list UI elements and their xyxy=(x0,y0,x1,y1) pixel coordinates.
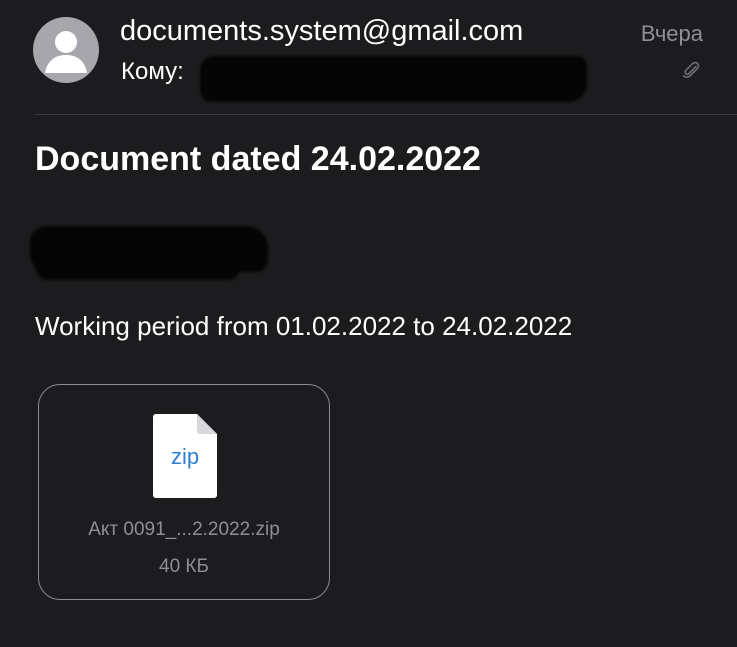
email-body-text: Working period from 01.02.2022 to 24.02.… xyxy=(35,311,573,341)
avatar[interactable] xyxy=(33,17,99,83)
redacted-greeting-lower xyxy=(36,252,240,280)
sender-address[interactable]: documents.system@gmail.com xyxy=(120,13,523,49)
received-date: Вчера xyxy=(640,21,703,46)
file-extension-label: zip xyxy=(170,444,200,469)
attachment-card[interactable]: zip Акт 0091_...2.2022.zip 40 КБ xyxy=(38,384,330,600)
paperclip-icon xyxy=(680,59,702,81)
header-divider xyxy=(34,114,737,115)
to-label: Кому: xyxy=(121,58,184,85)
attachment-file-name: Акт 0091_...2.2022.zip xyxy=(88,519,280,540)
email-subject: Document dated 24.02.2022 xyxy=(35,140,481,178)
person-icon xyxy=(45,31,87,73)
redacted-recipient xyxy=(200,56,587,102)
attachment-file-size: 40 КБ xyxy=(159,556,209,577)
